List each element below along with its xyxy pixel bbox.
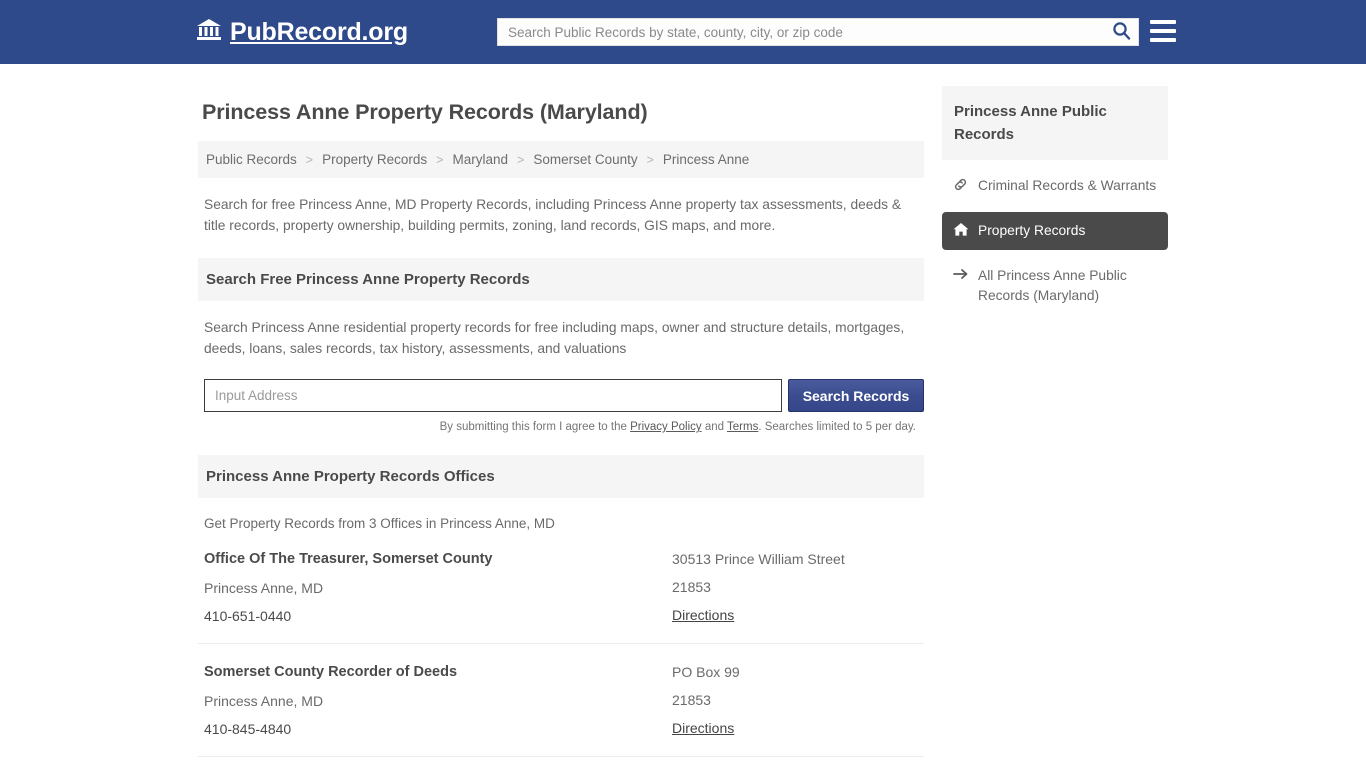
directions-link[interactable]: Directions [672,720,734,736]
sidebar-item-criminal-records[interactable]: Criminal Records & Warrants [942,167,1168,205]
terms-link[interactable]: Terms [727,421,758,433]
sidebar: Princess Anne Public Records Criminal Re… [942,86,1168,768]
sidebar-item-label: Criminal Records & Warrants [978,178,1157,193]
global-search-input[interactable] [498,19,1104,45]
sidebar-item-property-records[interactable]: Property Records [942,212,1168,250]
hamburger-menu-icon[interactable] [1150,20,1176,42]
office-address-column: PO Box 99 21853 Directions [672,664,924,738]
directions-link[interactable]: Directions [672,607,734,623]
office-primary-column: Somerset County Recorder of Deeds Prince… [204,664,672,738]
office-city: Princess Anne, MD [204,580,324,596]
search-section-heading: Search Free Princess Anne Property Recor… [198,258,924,301]
brand-name: PubRecord.org [230,17,408,46]
offices-count-note: Get Property Records from 3 Offices in P… [204,516,555,531]
search-records-button[interactable]: Search Records [788,379,924,412]
form-disclaimer: By submitting this form I agree to the P… [198,421,916,433]
hamburger-bar [1150,29,1176,33]
office-street-address: 30513 Prince William Street [672,551,845,567]
bank-building-icon [196,17,222,48]
office-name: Office Of The Treasurer, Somerset County [204,551,493,567]
hamburger-bar [1150,20,1176,24]
office-row: Somerset County Recorder of Deeds Prince… [198,644,924,757]
sidebar-item-label: All Princess Anne Public Records (Maryla… [978,268,1127,303]
brand-logo[interactable]: PubRecord.org [196,17,408,48]
breadcrumb-separator-icon: > [305,152,314,167]
site-header: PubRecord.org [0,0,1366,64]
office-zip: 21853 [672,579,711,595]
page-body: Princess Anne Property Records (Maryland… [0,64,1366,768]
breadcrumb-item-public-records[interactable]: Public Records [204,152,299,167]
privacy-policy-link[interactable]: Privacy Policy [630,421,702,433]
page-title: Princess Anne Property Records (Maryland… [202,100,648,124]
sidebar-item-all-public-records[interactable]: All Princess Anne Public Records (Maryla… [942,257,1168,315]
breadcrumb-separator-icon: > [646,152,654,167]
sidebar-item-label: Property Records [978,223,1086,238]
content-wrapper: Princess Anne Property Records (Maryland… [198,86,1168,768]
breadcrumb-separator-icon: > [517,152,525,167]
page-intro-text: Search for free Princess Anne, MD Proper… [204,197,902,233]
office-address-column: 30513 Prince William Street 21853 Direct… [672,551,924,625]
breadcrumb-item-princess-anne[interactable]: Princess Anne [661,152,751,167]
office-phone: 410-845-4840 [204,721,292,737]
office-street-address: PO Box 99 [672,664,740,680]
office-row: Somerset County Treasurer's Office Princ… [198,757,924,768]
address-input[interactable] [204,379,782,412]
offices-section-heading: Princess Anne Property Records Offices [198,455,924,498]
property-search-form: Search Records [204,379,924,412]
office-primary-column: Office Of The Treasurer, Somerset County… [204,551,672,625]
arrow-right-icon [952,266,969,281]
office-phone: 410-651-0440 [204,608,292,624]
magnifier-icon [1112,21,1131,43]
disclaimer-mid: and [701,421,728,433]
main-content: Princess Anne Property Records (Maryland… [198,86,924,768]
search-submit-button[interactable] [1104,19,1138,45]
breadcrumb-item-property-records[interactable]: Property Records [320,152,429,167]
breadcrumb-item-somerset-county[interactable]: Somerset County [531,152,639,167]
office-row: Office Of The Treasurer, Somerset County… [198,531,924,644]
breadcrumb: Public Records > Property Records > Mary… [198,141,924,178]
sidebar-heading: Princess Anne Public Records [942,86,1168,160]
office-name: Somerset County Recorder of Deeds [204,664,458,680]
office-zip: 21853 [672,692,711,708]
search-section-description: Search Princess Anne residential propert… [204,320,905,356]
disclaimer-prefix: By submitting this form I agree to the [439,421,631,433]
hamburger-bar [1150,38,1176,42]
header-search-box[interactable] [497,18,1139,46]
disclaimer-suffix: . Searches limited to 5 per day. [758,421,916,433]
link-chain-icon [952,176,969,192]
breadcrumb-item-maryland[interactable]: Maryland [450,152,510,167]
breadcrumb-separator-icon: > [436,152,444,167]
home-icon [952,221,969,237]
office-city: Princess Anne, MD [204,693,324,709]
